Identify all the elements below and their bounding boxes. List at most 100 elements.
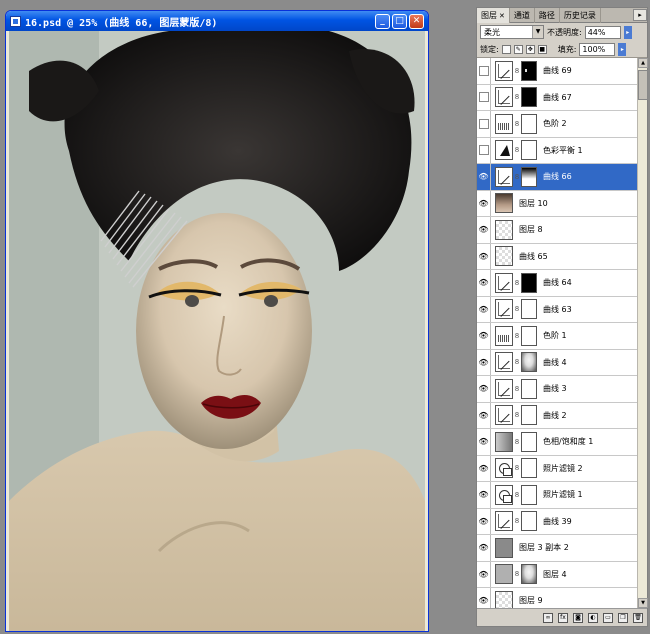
layer-name[interactable]: 图层 9 — [519, 595, 543, 606]
layer-row[interactable]: 👁 图层 3 副本 2 — [477, 535, 637, 562]
layer-thumbnail-filter[interactable] — [495, 484, 513, 505]
chain-link-icon[interactable]: 8 — [514, 120, 520, 128]
layer-name[interactable]: 曲线 69 — [543, 65, 572, 76]
chain-link-icon[interactable]: 8 — [514, 411, 520, 419]
layer-thumbnail-balance[interactable] — [495, 140, 513, 161]
lock-brush-icon[interactable]: ✎ — [513, 44, 523, 54]
chain-link-icon[interactable]: 8 — [514, 173, 520, 181]
layer-thumbnail-curve[interactable] — [495, 352, 513, 373]
eye-icon[interactable]: 👁 — [477, 243, 491, 269]
layer-row[interactable]: 👁 8 曲线 39 — [477, 508, 637, 535]
layer-name[interactable]: 曲线 3 — [543, 383, 567, 394]
eye-icon[interactable]: 👁 — [477, 402, 491, 428]
layer-mask-thumbnail[interactable] — [521, 166, 537, 187]
eye-icon[interactable]: 👁 — [477, 190, 491, 216]
layer-mask-thumbnail[interactable] — [521, 484, 537, 505]
visibility-off-box[interactable] — [477, 111, 491, 137]
panel-menu-icon[interactable]: ▸ — [633, 9, 647, 21]
layer-thumbnail-graylight[interactable] — [495, 564, 513, 585]
chain-link-icon[interactable]: 8 — [514, 570, 520, 578]
fill-slider-button[interactable]: ▸ — [618, 42, 627, 56]
layer-name[interactable]: 照片滤镜 2 — [543, 463, 583, 474]
layer-name[interactable]: 曲线 64 — [543, 277, 572, 288]
layer-row[interactable]: 👁 8 曲线 4 — [477, 349, 637, 376]
layers-scrollbar[interactable]: ▲ ▼ — [637, 58, 648, 608]
layer-mask-thumbnail[interactable] — [521, 458, 537, 479]
layer-name[interactable]: 曲线 4 — [543, 357, 567, 368]
lock-all-icon[interactable]: ■ — [537, 44, 547, 54]
chain-link-icon[interactable]: 8 — [514, 438, 520, 446]
lock-move-icon[interactable]: ✥ — [525, 44, 535, 54]
chain-link-icon[interactable]: 8 — [514, 146, 520, 154]
layer-name[interactable]: 图层 4 — [543, 569, 567, 580]
layer-thumbnail-curve[interactable] — [495, 272, 513, 293]
eye-icon[interactable]: 👁 — [477, 217, 491, 243]
layer-thumbnail-curve[interactable] — [495, 378, 513, 399]
chain-link-icon[interactable]: 8 — [514, 385, 520, 393]
eye-icon[interactable]: 👁 — [477, 323, 491, 349]
scroll-up-icon[interactable]: ▲ — [638, 58, 648, 68]
document-window[interactable]: 16.psd @ 25% (曲线 66, 图层蒙版/8) _ □ ✕ — [5, 10, 429, 632]
layer-row[interactable]: 👁 8 曲线 3 — [477, 376, 637, 403]
eye-icon[interactable]: 👁 — [477, 376, 491, 402]
eye-icon[interactable]: 👁 — [477, 164, 491, 190]
maximize-button[interactable]: □ — [392, 13, 407, 29]
layer-thumbnail-levels[interactable] — [495, 113, 513, 134]
layer-name[interactable]: 图层 10 — [519, 198, 548, 209]
trash-icon[interactable]: 🗑 — [633, 612, 643, 623]
layer-thumbnail-curve[interactable] — [495, 166, 513, 187]
group-icon[interactable]: ▭ — [603, 612, 613, 623]
tab-channels[interactable]: 通道 — [510, 8, 535, 23]
layer-row[interactable]: 8 曲线 69 — [477, 58, 637, 85]
eye-icon[interactable]: 👁 — [477, 429, 491, 455]
chain-link-icon[interactable]: 8 — [514, 305, 520, 313]
layer-mask-thumbnail[interactable] — [521, 352, 537, 373]
layer-name[interactable]: 色阶 1 — [543, 330, 567, 341]
layer-mask-thumbnail[interactable] — [521, 60, 537, 81]
new-layer-icon[interactable]: ❐ — [618, 612, 628, 623]
layer-thumbnail-curve[interactable] — [495, 299, 513, 320]
fx-icon[interactable]: fx — [558, 612, 568, 623]
layer-mask-thumbnail[interactable] — [521, 272, 537, 293]
tab-layers[interactable]: 图层 ✕ — [477, 8, 510, 23]
layer-row[interactable]: 8 曲线 67 — [477, 84, 637, 111]
layer-name[interactable]: 曲线 66 — [543, 171, 572, 182]
layer-thumbnail-checker[interactable] — [495, 219, 513, 240]
layer-mask-thumbnail[interactable] — [521, 299, 537, 320]
layer-thumbnail-curve[interactable] — [495, 405, 513, 426]
layer-mask-thumbnail[interactable] — [521, 431, 537, 452]
chain-link-icon[interactable]: 8 — [514, 279, 520, 287]
layer-mask-thumbnail[interactable] — [521, 87, 537, 108]
layer-thumbnail-photo[interactable] — [495, 193, 513, 214]
layer-thumbnail-checker[interactable] — [495, 246, 513, 267]
layer-mask-thumbnail[interactable] — [521, 378, 537, 399]
layer-thumbnail-levels[interactable] — [495, 325, 513, 346]
layer-row[interactable]: 👁 图层 9 — [477, 588, 637, 608]
eye-icon[interactable]: 👁 — [477, 349, 491, 375]
visibility-off-box[interactable] — [477, 58, 491, 84]
layer-row[interactable]: 8 色阶 2 — [477, 111, 637, 138]
chain-link-icon[interactable]: 8 — [514, 464, 520, 472]
layer-thumbnail-curve[interactable] — [495, 511, 513, 532]
lock-transparency-icon[interactable] — [501, 44, 511, 54]
eye-icon[interactable]: 👁 — [477, 588, 491, 608]
layer-name[interactable]: 色阶 2 — [543, 118, 567, 129]
scroll-down-icon[interactable]: ▼ — [638, 598, 648, 608]
layer-row[interactable]: 👁 图层 10 — [477, 190, 637, 217]
layer-mask-thumbnail[interactable] — [521, 325, 537, 346]
layer-row[interactable]: 👁 8 曲线 64 — [477, 270, 637, 297]
layer-thumbnail-curve[interactable] — [495, 60, 513, 81]
layer-mask-thumbnail[interactable] — [521, 564, 537, 585]
layer-row[interactable]: 👁 8 照片滤镜 2 — [477, 455, 637, 482]
opacity-slider-button[interactable]: ▸ — [623, 25, 632, 39]
eye-icon[interactable]: 👁 — [477, 535, 491, 561]
layer-name[interactable]: 曲线 65 — [519, 251, 548, 262]
link-icon[interactable]: ∞ — [543, 612, 553, 623]
minimize-button[interactable]: _ — [375, 13, 390, 29]
chain-link-icon[interactable]: 8 — [514, 517, 520, 525]
close-icon[interactable]: ✕ — [499, 12, 505, 20]
adjustment-icon[interactable]: ◐ — [588, 612, 598, 623]
layer-row[interactable]: 👁 8 图层 4 — [477, 561, 637, 588]
visibility-off-box[interactable] — [477, 137, 491, 163]
layer-name[interactable]: 图层 8 — [519, 224, 543, 235]
